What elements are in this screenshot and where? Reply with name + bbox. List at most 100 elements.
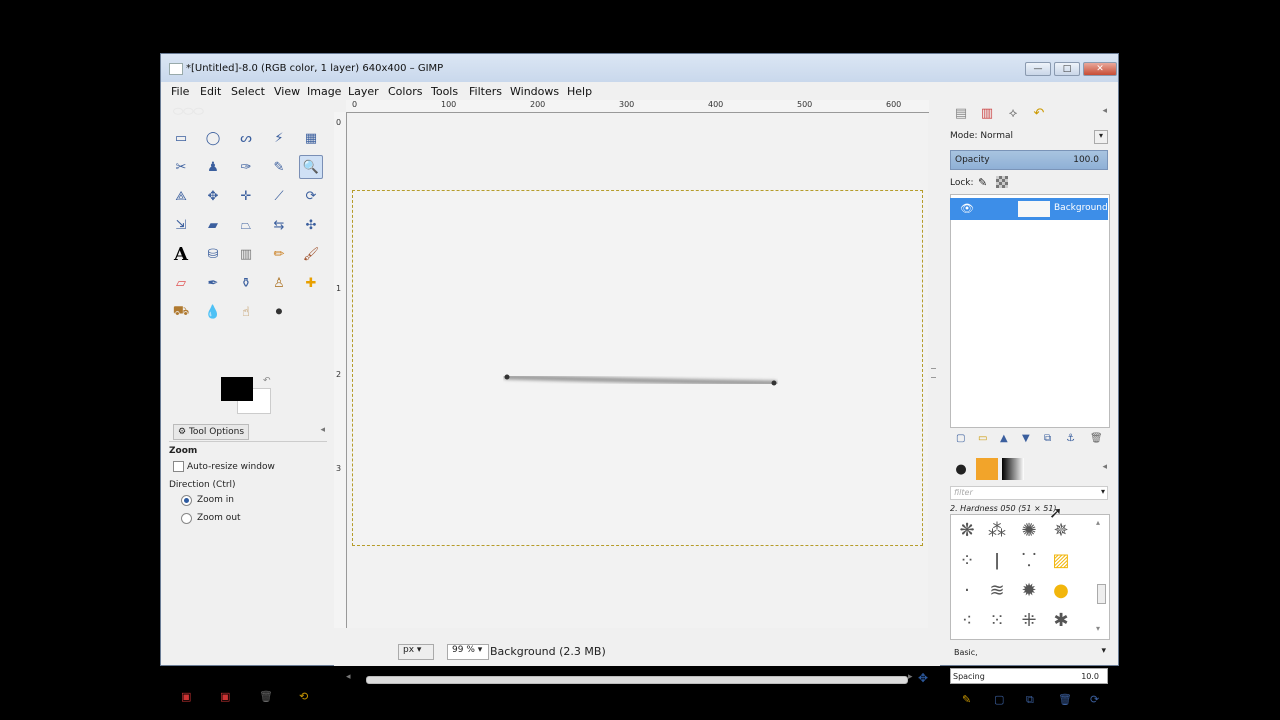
- menu-filters[interactable]: Filters: [469, 85, 502, 98]
- scroll-right-icon[interactable]: ▸: [908, 672, 913, 682]
- brush-item[interactable]: ✹: [1016, 578, 1042, 604]
- brush-tag-select[interactable]: Basic, ▾: [950, 646, 1108, 660]
- scroll-thumb[interactable]: [1097, 584, 1106, 604]
- canvas-viewport[interactable]: [347, 113, 929, 628]
- measure-tool-icon[interactable]: ⟁: [169, 184, 193, 208]
- chevron-down-icon[interactable]: ▾: [1101, 487, 1105, 496]
- delete-layer-icon[interactable]: 🗑: [1090, 433, 1103, 444]
- brush-item[interactable]: ǀ: [984, 548, 1010, 574]
- menu-help[interactable]: Help: [567, 85, 592, 98]
- refresh-brushes-icon[interactable]: ⟳: [1090, 693, 1099, 706]
- brush-item[interactable]: ⁘: [954, 548, 980, 574]
- layer-mode-select[interactable]: Mode: Normal ▾: [950, 130, 1108, 144]
- lock-alpha-icon[interactable]: [996, 176, 1008, 188]
- duplicate-layer-icon[interactable]: ⧉: [1044, 433, 1051, 444]
- paintbrush-tool-icon[interactable]: 🖌: [299, 242, 323, 266]
- flip-tool-icon[interactable]: ⇆: [267, 213, 291, 237]
- save-options-icon[interactable]: ▣: [181, 690, 191, 703]
- anchor-layer-icon[interactable]: ⚓: [1066, 433, 1075, 444]
- reset-options-icon[interactable]: ⟲: [299, 690, 308, 703]
- brush-item[interactable]: ✱: [1048, 608, 1074, 634]
- vertical-scrollbar[interactable]: [928, 113, 940, 628]
- scale-tool-icon[interactable]: ⇲: [169, 213, 193, 237]
- lock-pixels-icon[interactable]: ✎: [978, 176, 987, 189]
- brushes-scrollbar[interactable]: ▴ ▾: [1096, 518, 1106, 636]
- zoom-out-radio[interactable]: [181, 513, 192, 524]
- chevron-down-icon[interactable]: ▾: [1101, 646, 1106, 656]
- maximize-button[interactable]: □: [1054, 62, 1080, 76]
- ink-tool-icon[interactable]: ⚱: [234, 271, 258, 295]
- move-tool-icon[interactable]: ✥: [201, 184, 225, 208]
- dodge-burn-tool-icon[interactable]: ⚫: [267, 300, 291, 324]
- dock-menu-icon[interactable]: ◂: [1102, 106, 1107, 116]
- brush-item[interactable]: ✺: [1016, 518, 1042, 544]
- edit-brush-icon[interactable]: ✎: [962, 693, 971, 706]
- image-layer-boundary[interactable]: [352, 190, 923, 546]
- free-select-tool-icon[interactable]: ᔕ: [234, 126, 258, 150]
- menu-view[interactable]: View: [274, 85, 300, 98]
- visibility-eye-icon[interactable]: 👁: [960, 202, 974, 215]
- lower-layer-icon[interactable]: ▼: [1022, 433, 1030, 444]
- heal-tool-icon[interactable]: ✚: [299, 271, 323, 295]
- brush-item[interactable]: ≋: [984, 578, 1010, 604]
- text-tool-icon[interactable]: A: [169, 242, 193, 266]
- blend-tool-icon[interactable]: ▥: [234, 242, 258, 266]
- airbrush-tool-icon[interactable]: ✒: [201, 271, 225, 295]
- brush-filter-input[interactable]: filter ▾: [950, 486, 1108, 500]
- menu-select[interactable]: Select: [231, 85, 265, 98]
- blur-tool-icon[interactable]: 💧: [201, 300, 225, 324]
- paths-tool-icon[interactable]: ✑: [234, 155, 258, 179]
- rotate-tool-icon[interactable]: ⟳: [299, 184, 323, 208]
- eraser-tool-icon[interactable]: ▱: [169, 271, 193, 295]
- auto-resize-checkbox[interactable]: [173, 461, 184, 472]
- layers-tab-icon[interactable]: ▤: [950, 102, 972, 124]
- clone-tool-icon[interactable]: ♙: [267, 271, 291, 295]
- foreground-select-tool-icon[interactable]: ♟: [201, 155, 225, 179]
- chevron-down-icon[interactable]: ▾: [1094, 130, 1108, 144]
- restore-options-icon[interactable]: ▣: [220, 690, 230, 703]
- delete-options-icon[interactable]: 🗑: [259, 690, 273, 703]
- tab-menu-icon[interactable]: ◂: [320, 425, 325, 435]
- undo-tab-icon[interactable]: ↶: [1028, 102, 1050, 124]
- delete-brush-icon[interactable]: 🗑: [1058, 693, 1072, 706]
- scroll-left-icon[interactable]: ◂: [346, 672, 351, 682]
- scissors-tool-icon[interactable]: ✂: [169, 155, 193, 179]
- close-button[interactable]: ✕: [1083, 62, 1117, 76]
- new-brush-icon[interactable]: ▢: [994, 693, 1004, 706]
- scroll-up-icon[interactable]: ▴: [1096, 518, 1100, 527]
- menu-colors[interactable]: Colors: [388, 85, 422, 98]
- zoom-tool-icon[interactable]: 🔍: [299, 155, 323, 179]
- ellipse-select-tool-icon[interactable]: ◯: [201, 126, 225, 150]
- fuzzy-select-tool-icon[interactable]: ⚡: [267, 126, 291, 150]
- smudge-tool-icon[interactable]: ☝: [234, 300, 258, 324]
- brush-item[interactable]: ⁙: [984, 608, 1010, 634]
- menu-tools[interactable]: Tools: [431, 85, 458, 98]
- rect-select-tool-icon[interactable]: ▭: [169, 126, 193, 150]
- gradients-tab-icon[interactable]: [1002, 458, 1024, 480]
- patterns-tab-icon[interactable]: [976, 458, 998, 480]
- color-select-tool-icon[interactable]: ▦: [299, 126, 323, 150]
- navigate-icon[interactable]: ✥: [918, 671, 928, 685]
- zoom-select[interactable]: 99 % ▾: [447, 644, 489, 660]
- brush-item[interactable]: ⁂: [984, 518, 1010, 544]
- minimize-button[interactable]: —: [1025, 62, 1051, 76]
- menu-layer[interactable]: Layer: [348, 85, 379, 98]
- pencil-tool-icon[interactable]: ✏: [267, 242, 291, 266]
- foreground-color-swatch[interactable]: [221, 377, 253, 401]
- brush-item[interactable]: ❋: [954, 518, 980, 544]
- channels-tab-icon[interactable]: ▥: [976, 102, 998, 124]
- dock-menu-icon[interactable]: ◂: [1102, 462, 1107, 472]
- menu-image[interactable]: Image: [307, 85, 341, 98]
- horizontal-scrollbar[interactable]: ◂ ▸: [346, 672, 916, 684]
- perspective-clone-tool-icon[interactable]: ⛟: [169, 300, 193, 324]
- unit-select[interactable]: px ▾: [398, 644, 434, 660]
- new-layer-group-icon[interactable]: ▭: [978, 433, 987, 444]
- horizontal-ruler[interactable]: 0 100 200 300 400 500 600: [346, 100, 929, 113]
- menu-file[interactable]: File: [171, 85, 189, 98]
- perspective-tool-icon[interactable]: ⏢: [234, 213, 258, 237]
- paths-tab-icon[interactable]: ⟡: [1002, 102, 1024, 124]
- scroll-grip[interactable]: [931, 368, 936, 378]
- layer-name[interactable]: Background: [1054, 203, 1108, 213]
- scroll-thumb[interactable]: [366, 676, 908, 684]
- cage-transform-tool-icon[interactable]: ✣: [299, 213, 323, 237]
